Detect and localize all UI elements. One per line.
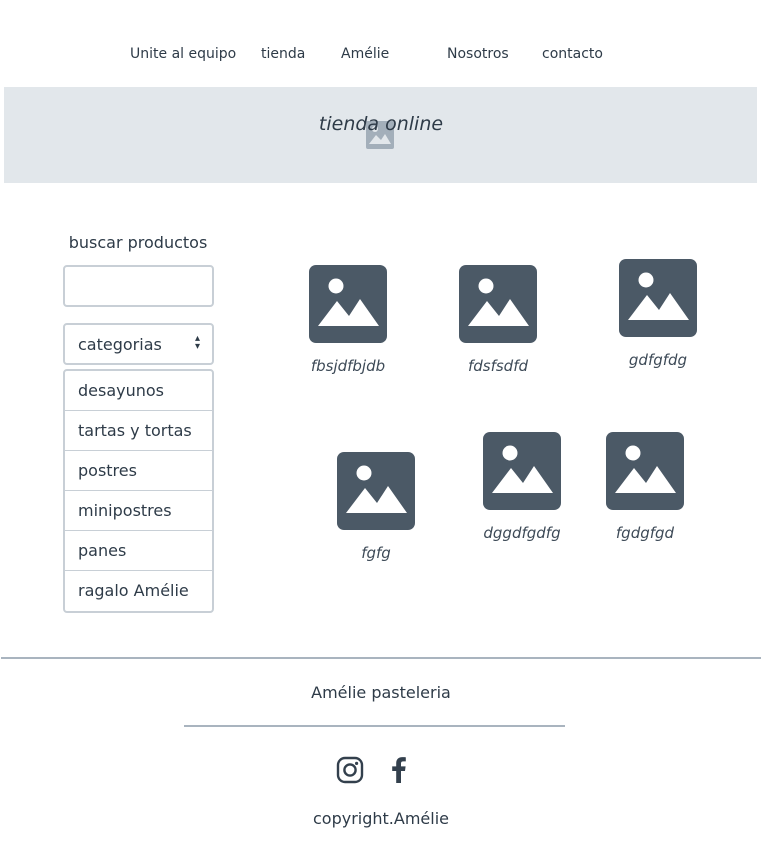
- search-label: buscar productos: [68, 233, 208, 252]
- footer-divider: [1, 657, 761, 659]
- image-placeholder-icon: [619, 259, 697, 337]
- image-placeholder-icon: [337, 452, 415, 530]
- nav-link-tienda[interactable]: tienda: [261, 46, 305, 62]
- nav-link-contacto[interactable]: contacto: [542, 46, 603, 62]
- category-item-minipostres[interactable]: minipostres: [65, 491, 212, 531]
- product-card[interactable]: fgfg: [316, 452, 436, 562]
- instagram-icon[interactable]: [335, 755, 365, 785]
- category-select[interactable]: categorias ▴ ▾: [63, 323, 214, 365]
- nav-link-amelie[interactable]: Amélie: [341, 46, 389, 62]
- image-placeholder-icon: [483, 432, 561, 510]
- footer-divider-short: [184, 725, 565, 727]
- category-select-label: categorias: [78, 335, 162, 354]
- product-card[interactable]: fgdgfgd: [585, 432, 705, 542]
- product-card[interactable]: gdfgfdg: [598, 259, 718, 369]
- product-name: fgdgfgd: [615, 524, 675, 542]
- image-placeholder-icon: [459, 265, 537, 343]
- nav-link-unite-al-equipo[interactable]: Unite al equipo: [130, 46, 236, 62]
- product-name: gdfgfdg: [628, 351, 688, 369]
- product-name: fbsjdfbjdb: [310, 357, 386, 375]
- category-list: desayunos tartas y tortas postres minipo…: [63, 369, 214, 613]
- page-title: tienda online: [318, 113, 444, 135]
- category-item-regalo-amelie[interactable]: ragalo Amélie: [65, 571, 212, 611]
- image-placeholder-icon: [606, 432, 684, 510]
- category-item-tartas-y-tortas[interactable]: tartas y tortas: [65, 411, 212, 451]
- category-item-postres[interactable]: postres: [65, 451, 212, 491]
- product-name: dggdfgdfg: [483, 524, 561, 542]
- product-card[interactable]: fdsfsdfd: [438, 265, 558, 375]
- category-item-desayunos[interactable]: desayunos: [65, 371, 212, 411]
- product-name: fgfg: [361, 544, 391, 562]
- product-name: fdsfsdfd: [467, 357, 529, 375]
- product-card[interactable]: dggdfgdfg: [462, 432, 582, 542]
- nav-link-nosotros[interactable]: Nosotros: [447, 46, 509, 62]
- select-arrows-icon: ▴ ▾: [194, 333, 200, 352]
- footer-title: Amélie pasteleria: [311, 683, 451, 702]
- image-placeholder-icon: [309, 265, 387, 343]
- category-item-panes[interactable]: panes: [65, 531, 212, 571]
- product-card[interactable]: fbsjdfbjdb: [288, 265, 408, 375]
- search-input[interactable]: [63, 265, 214, 307]
- copyright-text: copyright.Amélie: [313, 809, 449, 828]
- facebook-icon[interactable]: [384, 755, 414, 785]
